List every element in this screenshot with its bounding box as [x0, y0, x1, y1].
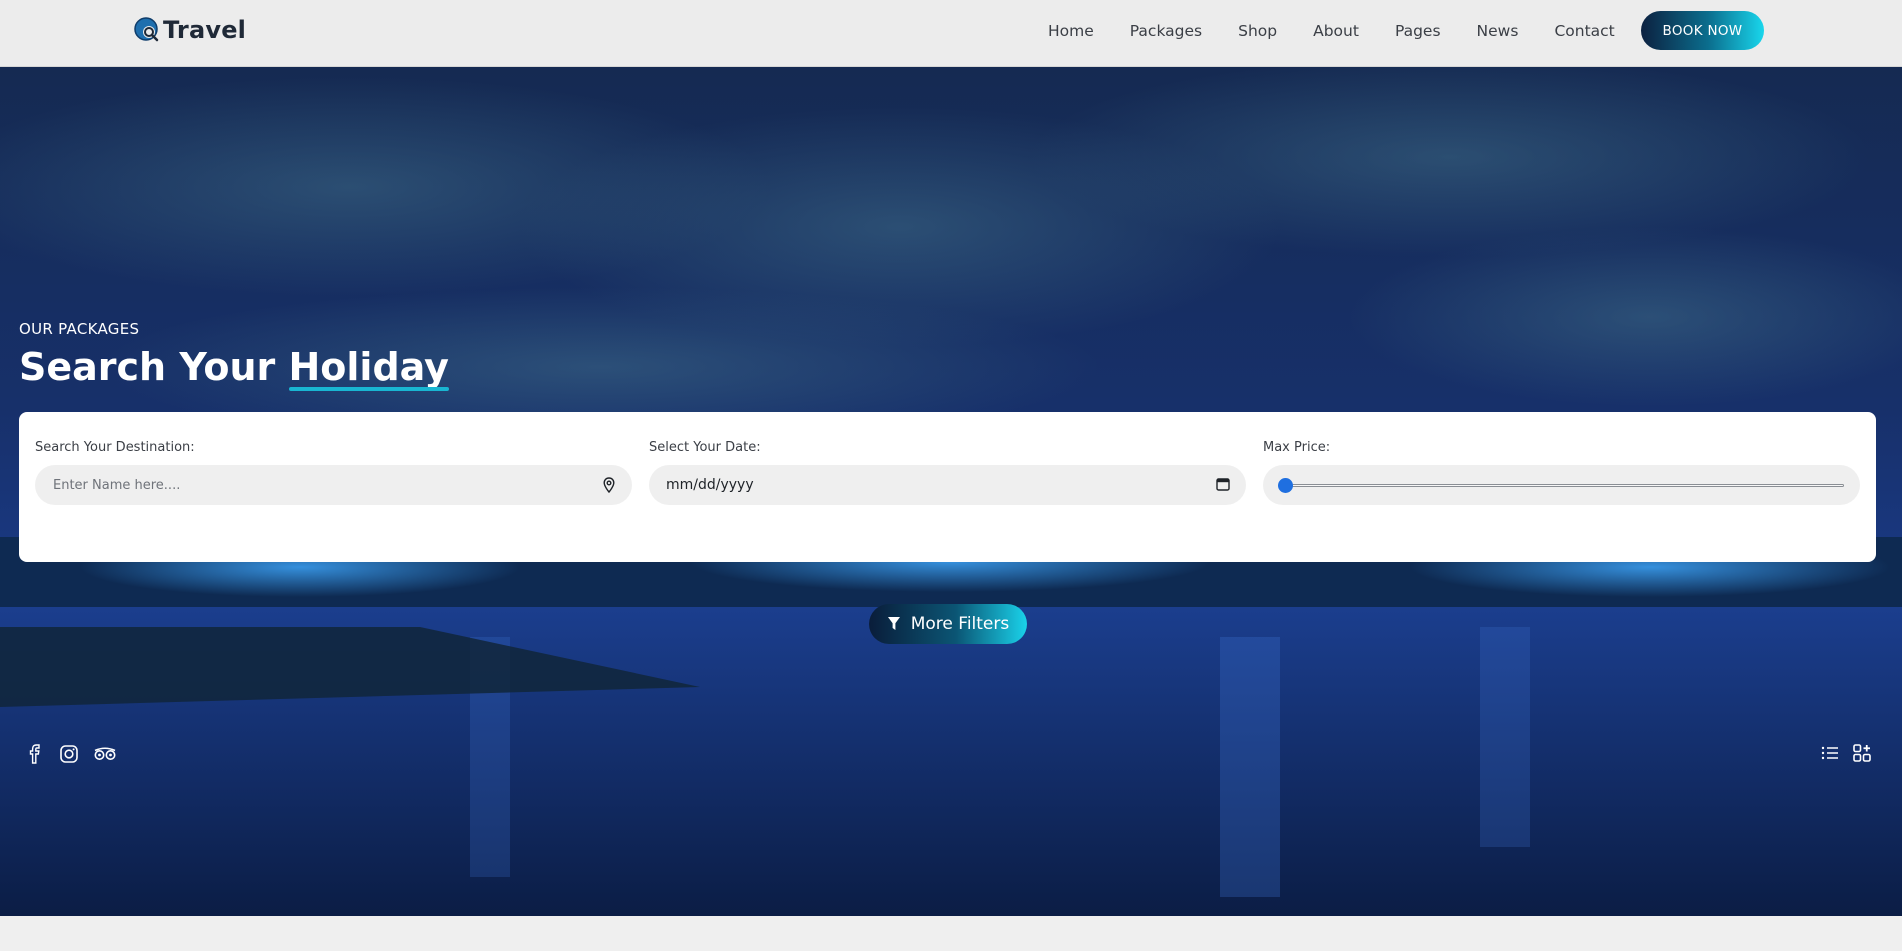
calendar-icon[interactable]: [1216, 477, 1230, 491]
date-input-value[interactable]: mm/dd/yyyy: [666, 477, 754, 493]
nav-about[interactable]: About: [1313, 22, 1359, 40]
destination-label: Search Your Destination:: [35, 440, 195, 455]
brand-logo[interactable]: Travel: [133, 16, 246, 44]
tripadvisor-icon[interactable]: [93, 744, 116, 764]
max-price-field: [1263, 465, 1860, 505]
book-now-button[interactable]: BOOK NOW: [1641, 11, 1764, 50]
nav-news[interactable]: News: [1477, 22, 1519, 40]
filter-icon: [887, 617, 900, 630]
more-filters-button[interactable]: More Filters: [869, 604, 1027, 644]
grid-view-icon[interactable]: [1852, 743, 1872, 763]
more-filters-label: More Filters: [910, 614, 1010, 634]
nav-home[interactable]: Home: [1048, 22, 1094, 40]
date-field[interactable]: mm/dd/yyyy: [649, 465, 1246, 505]
nav-pages[interactable]: Pages: [1395, 22, 1441, 40]
nav-contact[interactable]: Contact: [1554, 22, 1614, 40]
main-nav: Home Packages Shop About Pages News Cont…: [1030, 0, 1633, 62]
social-links: [25, 744, 116, 764]
list-view-icon[interactable]: [1820, 743, 1840, 763]
brand-name: Travel: [163, 16, 247, 44]
price-slider-thumb[interactable]: [1278, 478, 1293, 493]
location-pin-icon: [603, 477, 615, 493]
view-toggle: [1820, 743, 1872, 763]
facebook-icon[interactable]: [25, 744, 45, 764]
price-slider-track[interactable]: [1287, 484, 1844, 487]
nav-packages[interactable]: Packages: [1130, 22, 1202, 40]
max-price-label: Max Price:: [1263, 440, 1331, 455]
destination-input[interactable]: [51, 465, 571, 505]
section-eyebrow: OUR PACKAGES: [19, 320, 140, 338]
site-header: Travel Home Packages Shop About Pages Ne…: [0, 0, 1902, 67]
search-panel: Search Your Destination: Select Your Dat…: [19, 412, 1876, 562]
page-title: Search Your Holiday: [19, 345, 449, 389]
destination-field[interactable]: [35, 465, 632, 505]
logo-globe-icon: [134, 17, 159, 42]
title-main: Search Your: [19, 345, 276, 389]
title-highlight: Holiday: [288, 345, 449, 389]
nav-shop[interactable]: Shop: [1238, 22, 1277, 40]
instagram-icon[interactable]: [59, 744, 79, 764]
date-label: Select Your Date:: [649, 440, 761, 455]
